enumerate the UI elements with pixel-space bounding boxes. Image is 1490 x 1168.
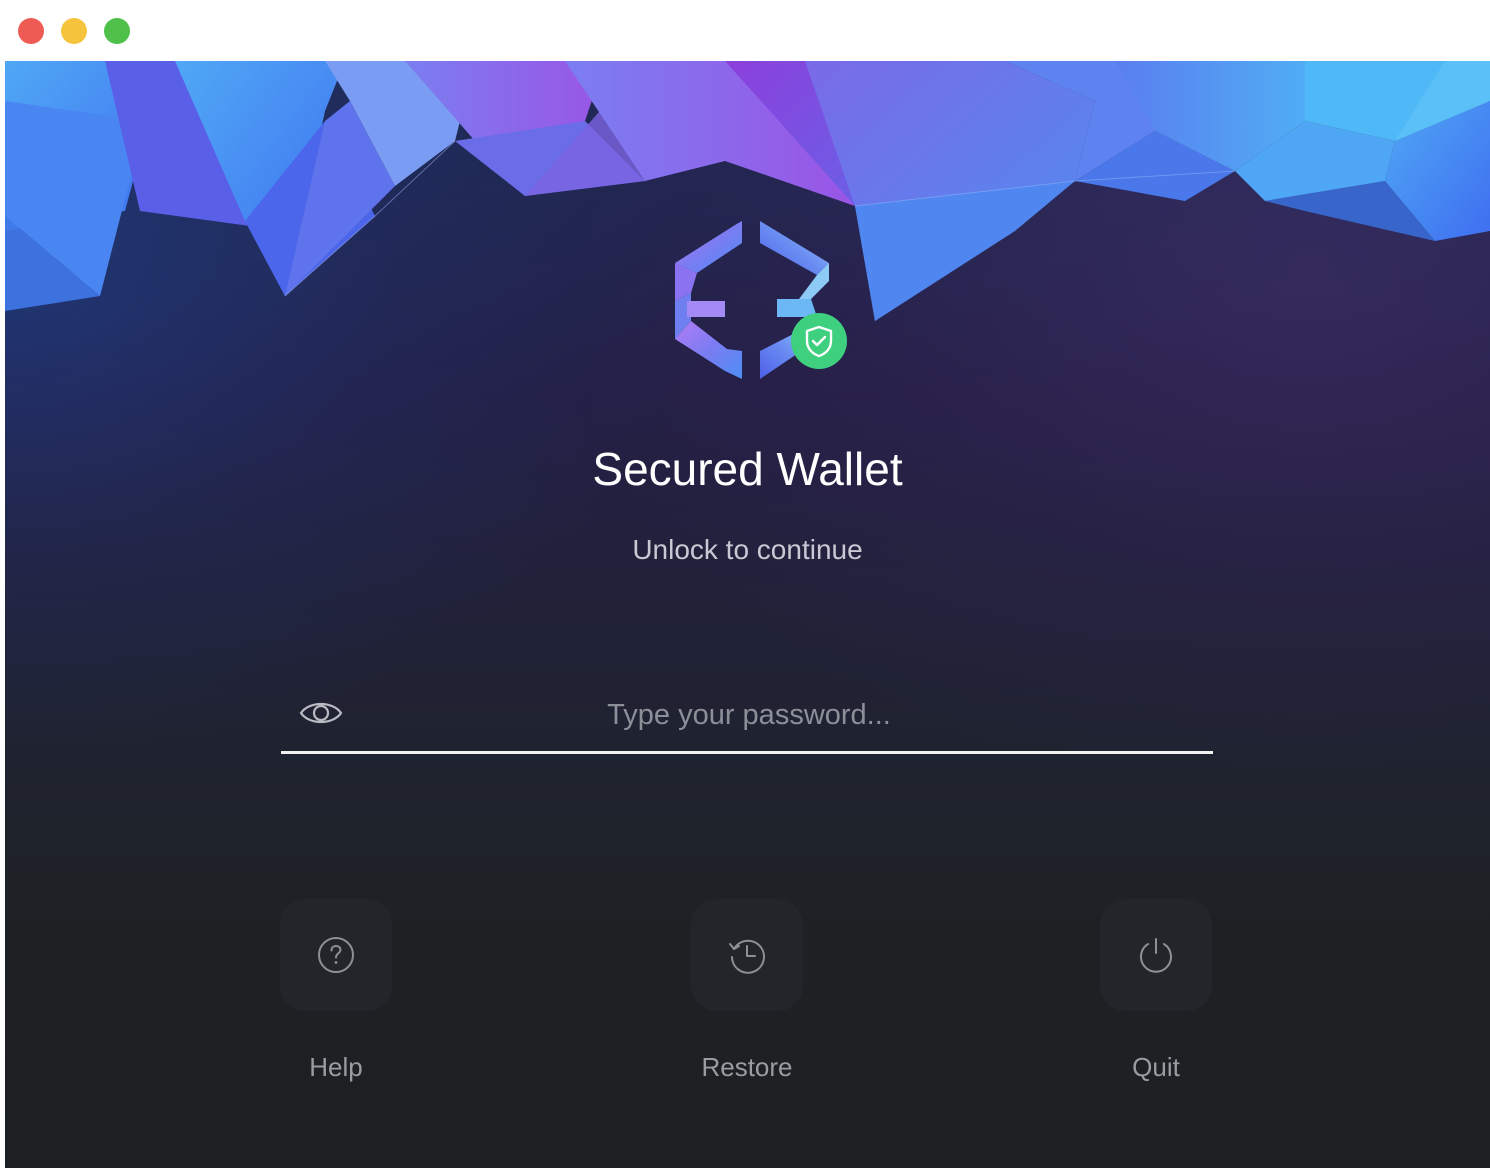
page-title: Secured Wallet bbox=[592, 443, 903, 495]
quit-button[interactable] bbox=[1100, 899, 1212, 1011]
restore-button[interactable] bbox=[691, 899, 803, 1011]
quit-label: Quit bbox=[1132, 1052, 1180, 1082]
history-clock-icon bbox=[729, 939, 765, 974]
password-input[interactable] bbox=[361, 689, 1137, 741]
password-field bbox=[281, 681, 1213, 754]
lock-screen: Secured Wallet Unlock to continue Help R… bbox=[5, 61, 1490, 1168]
help-label: Help bbox=[309, 1052, 363, 1082]
eye-icon[interactable] bbox=[299, 695, 343, 731]
page-subtitle: Unlock to continue bbox=[632, 534, 863, 565]
restore-label: Restore bbox=[701, 1052, 793, 1082]
question-circle-icon bbox=[318, 937, 354, 973]
minimize-window-button[interactable] bbox=[61, 18, 87, 44]
title-bar bbox=[5, 0, 1490, 62]
shield-check-icon bbox=[791, 313, 847, 369]
app-window: Secured Wallet Unlock to continue Help R… bbox=[5, 0, 1490, 1168]
restore-action[interactable]: Restore bbox=[667, 899, 827, 1099]
close-window-button[interactable] bbox=[18, 18, 44, 44]
power-icon bbox=[1140, 938, 1172, 973]
quit-action[interactable]: Quit bbox=[1076, 899, 1236, 1099]
help-button[interactable] bbox=[280, 899, 392, 1011]
exodus-logo-icon bbox=[675, 221, 847, 379]
help-action[interactable]: Help bbox=[256, 899, 416, 1099]
maximize-window-button[interactable] bbox=[104, 18, 130, 44]
